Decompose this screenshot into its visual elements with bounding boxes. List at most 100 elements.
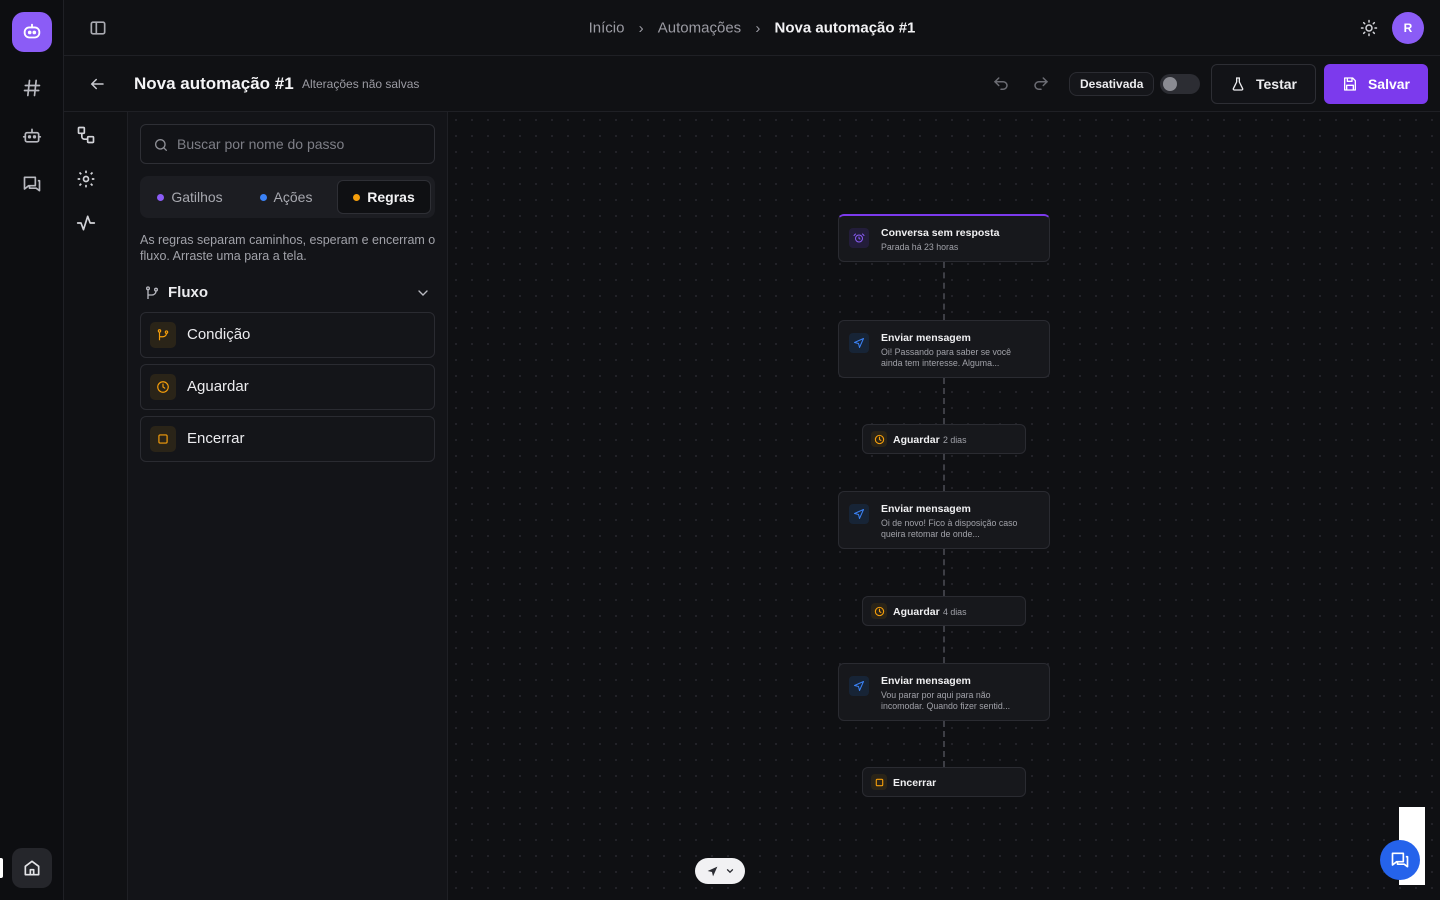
- blue-dot-icon: [259, 193, 267, 201]
- search-input[interactable]: [177, 125, 427, 163]
- flow-edge: [943, 626, 945, 663]
- workflow-icon[interactable]: [76, 125, 96, 145]
- page-title: Nova automação #1: [134, 74, 294, 93]
- flow-edge: [943, 721, 945, 767]
- node-title: Enviar mensagem: [881, 675, 971, 687]
- active-toggle[interactable]: [1160, 74, 1200, 94]
- test-button[interactable]: Testar: [1211, 64, 1316, 104]
- flow-edge: [943, 262, 945, 320]
- clock-icon: [150, 374, 176, 400]
- flow-node-end[interactable]: Encerrar: [862, 767, 1026, 797]
- tab-acoes[interactable]: Ações: [240, 180, 332, 214]
- search-icon: [155, 139, 167, 151]
- rule-label: Aguardar: [187, 378, 249, 395]
- section-fluxo[interactable]: Fluxo: [140, 282, 436, 306]
- automation-editor: Início › Automações › Nova automação #1 …: [0, 0, 1440, 900]
- flow-edge: [943, 454, 945, 491]
- toggle-knob: [1163, 77, 1177, 91]
- flow-node-action[interactable]: Enviar mensagem Oi! Passando para saber …: [838, 320, 1050, 378]
- editor-header: Nova automação #1 Alterações não salvas …: [64, 56, 1440, 112]
- rule-label: Condição: [187, 326, 251, 343]
- chevron-right-icon: ›: [755, 19, 761, 37]
- node-subtitle: Parada há 23 horas: [881, 242, 959, 252]
- sun-icon[interactable]: [1360, 19, 1378, 37]
- branch-icon: [150, 322, 176, 348]
- status-badge: Desativada: [1069, 72, 1155, 96]
- save-button-label: Salvar: [1367, 76, 1411, 92]
- node-title: Enviar mensagem: [881, 332, 971, 344]
- pointer-icon: [707, 866, 717, 876]
- node-value: 2 dias: [943, 435, 967, 445]
- activity-icon[interactable]: [76, 213, 96, 233]
- tab-label: Ações: [273, 189, 313, 205]
- send-icon: [849, 504, 869, 524]
- gear-icon[interactable]: [76, 169, 96, 189]
- flow-edge: [943, 378, 945, 424]
- undo-icon[interactable]: [992, 75, 1010, 93]
- tab-label: Regras: [367, 189, 415, 205]
- chats-icon[interactable]: [20, 172, 44, 196]
- flow-canvas[interactable]: Conversa sem resposta Parada há 23 horas…: [448, 112, 1440, 900]
- node-title: Aguardar: [893, 606, 940, 618]
- chevron-right-icon: ›: [638, 19, 644, 37]
- back-arrow-icon[interactable]: [88, 75, 106, 93]
- step-type-tabs: Gatilhos Ações Regras: [140, 176, 435, 218]
- floppy-icon: [1343, 77, 1356, 91]
- top-bar: Início › Automações › Nova automação #1 …: [64, 0, 1440, 56]
- flow-node-trigger[interactable]: Conversa sem resposta Parada há 23 horas: [838, 214, 1050, 262]
- bot-logo-icon: [23, 23, 41, 39]
- chevron-down-icon: [418, 290, 428, 296]
- flow-node-wait[interactable]: Aguardar 2 dias: [862, 424, 1026, 454]
- branch-icon: [146, 286, 158, 299]
- flow-node-action[interactable]: Enviar mensagem Oi de novo! Fico à dispo…: [838, 491, 1050, 549]
- save-button[interactable]: Salvar: [1324, 64, 1428, 104]
- flask-icon: [1232, 77, 1244, 91]
- node-subtitle: Vou parar por aqui para não incomodar. Q…: [881, 690, 1011, 711]
- breadcrumb: Início › Automações › Nova automação #1: [64, 19, 1440, 37]
- help-text: As regras separam caminhos, esperam e en…: [140, 233, 436, 263]
- breadcrumb-item-inicio[interactable]: Início: [589, 20, 625, 37]
- section-title: Fluxo: [168, 284, 208, 301]
- bot-icon[interactable]: [20, 124, 44, 148]
- breadcrumb-item-automacoes[interactable]: Automações: [658, 20, 741, 37]
- test-button-label: Testar: [1256, 76, 1297, 92]
- hash-icon[interactable]: [20, 76, 44, 100]
- tab-gatilhos[interactable]: Gatilhos: [144, 180, 236, 214]
- chevron-down-icon: [726, 869, 733, 874]
- clock-icon: [871, 603, 887, 619]
- node-subtitle: Oi! Passando para saber se você ainda te…: [881, 347, 1012, 368]
- breadcrumb-item-current: Nova automação #1: [774, 19, 916, 37]
- canvas-tool-selector[interactable]: [695, 858, 745, 884]
- amber-dot-icon: [353, 193, 361, 201]
- rule-label: Encerrar: [187, 430, 245, 447]
- alarm-icon: [849, 228, 869, 248]
- node-title: Aguardar: [893, 434, 940, 446]
- chat-icon: [1391, 852, 1409, 868]
- node-title: Encerrar: [893, 777, 937, 789]
- send-icon: [849, 676, 869, 696]
- steps-panel: Gatilhos Ações Regras As regras separam …: [128, 112, 448, 900]
- rule-condicao[interactable]: Condição: [140, 312, 435, 358]
- node-title: Conversa sem resposta: [881, 227, 1000, 239]
- redo-icon[interactable]: [1032, 75, 1050, 93]
- clock-icon: [871, 431, 887, 447]
- stop-icon: [871, 774, 887, 790]
- search-box: [140, 124, 435, 164]
- tab-regras[interactable]: Regras: [337, 180, 431, 214]
- node-title: Enviar mensagem: [881, 503, 971, 515]
- avatar[interactable]: R: [1392, 12, 1424, 44]
- active-indicator: [0, 858, 3, 878]
- app-rail: [0, 0, 64, 900]
- rule-aguardar[interactable]: Aguardar: [140, 364, 435, 410]
- home-button[interactable]: [12, 848, 52, 888]
- app-logo[interactable]: [12, 12, 52, 52]
- home-icon: [24, 860, 40, 876]
- node-subtitle: Oi de novo! Fico à disposição caso queir…: [881, 518, 1018, 539]
- stop-icon: [150, 426, 176, 452]
- rule-encerrar[interactable]: Encerrar: [140, 416, 435, 462]
- chat-widget-button[interactable]: [1380, 840, 1420, 880]
- flow-node-wait[interactable]: Aguardar 4 dias: [862, 596, 1026, 626]
- editor-tools: [64, 112, 128, 900]
- flow-edge: [943, 549, 945, 596]
- flow-node-action[interactable]: Enviar mensagem Vou parar por aqui para …: [838, 663, 1050, 721]
